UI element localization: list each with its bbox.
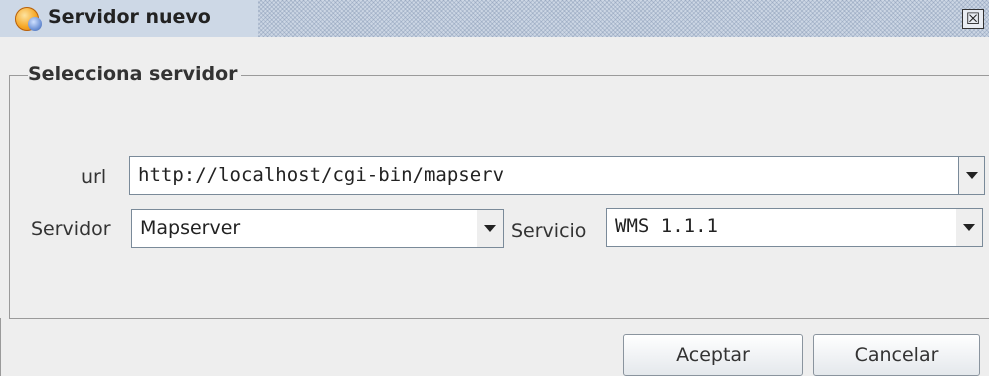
servicio-combobox[interactable]: WMS 1.1.1 xyxy=(606,208,983,247)
left-border xyxy=(0,318,10,376)
servidor-dropdown-button[interactable] xyxy=(477,210,503,247)
select-server-group xyxy=(9,75,989,319)
url-combobox[interactable]: http://localhost/cgi-bin/mapserv xyxy=(129,156,985,195)
chevron-down-icon xyxy=(966,172,978,179)
window-title: Servidor nuevo xyxy=(48,6,211,28)
chevron-down-icon xyxy=(963,224,975,231)
group-title: Selecciona servidor xyxy=(28,63,241,85)
servidor-combobox[interactable]: Mapserver xyxy=(131,209,504,248)
url-label: url xyxy=(81,166,107,188)
servicio-label: Servicio xyxy=(511,220,587,242)
servidor-label: Servidor xyxy=(31,218,111,240)
title-bar[interactable]: Servidor nuevo ☒ xyxy=(0,0,989,37)
url-value[interactable]: http://localhost/cgi-bin/mapserv xyxy=(138,164,504,186)
dialog-window: Servidor nuevo ☒ Selecciona servidor url… xyxy=(0,0,989,376)
cancel-button[interactable]: Cancelar xyxy=(813,334,980,376)
url-dropdown-button[interactable] xyxy=(958,157,984,194)
chevron-down-icon xyxy=(484,225,496,232)
servidor-value: Mapserver xyxy=(140,217,241,239)
accept-button[interactable]: Aceptar xyxy=(623,334,803,376)
servicio-value: WMS 1.1.1 xyxy=(615,215,718,237)
title-area: Servidor nuevo xyxy=(0,0,258,37)
globe-badge-icon xyxy=(28,17,42,31)
close-button[interactable]: ☒ xyxy=(962,9,984,29)
servicio-dropdown-button[interactable] xyxy=(956,209,982,246)
